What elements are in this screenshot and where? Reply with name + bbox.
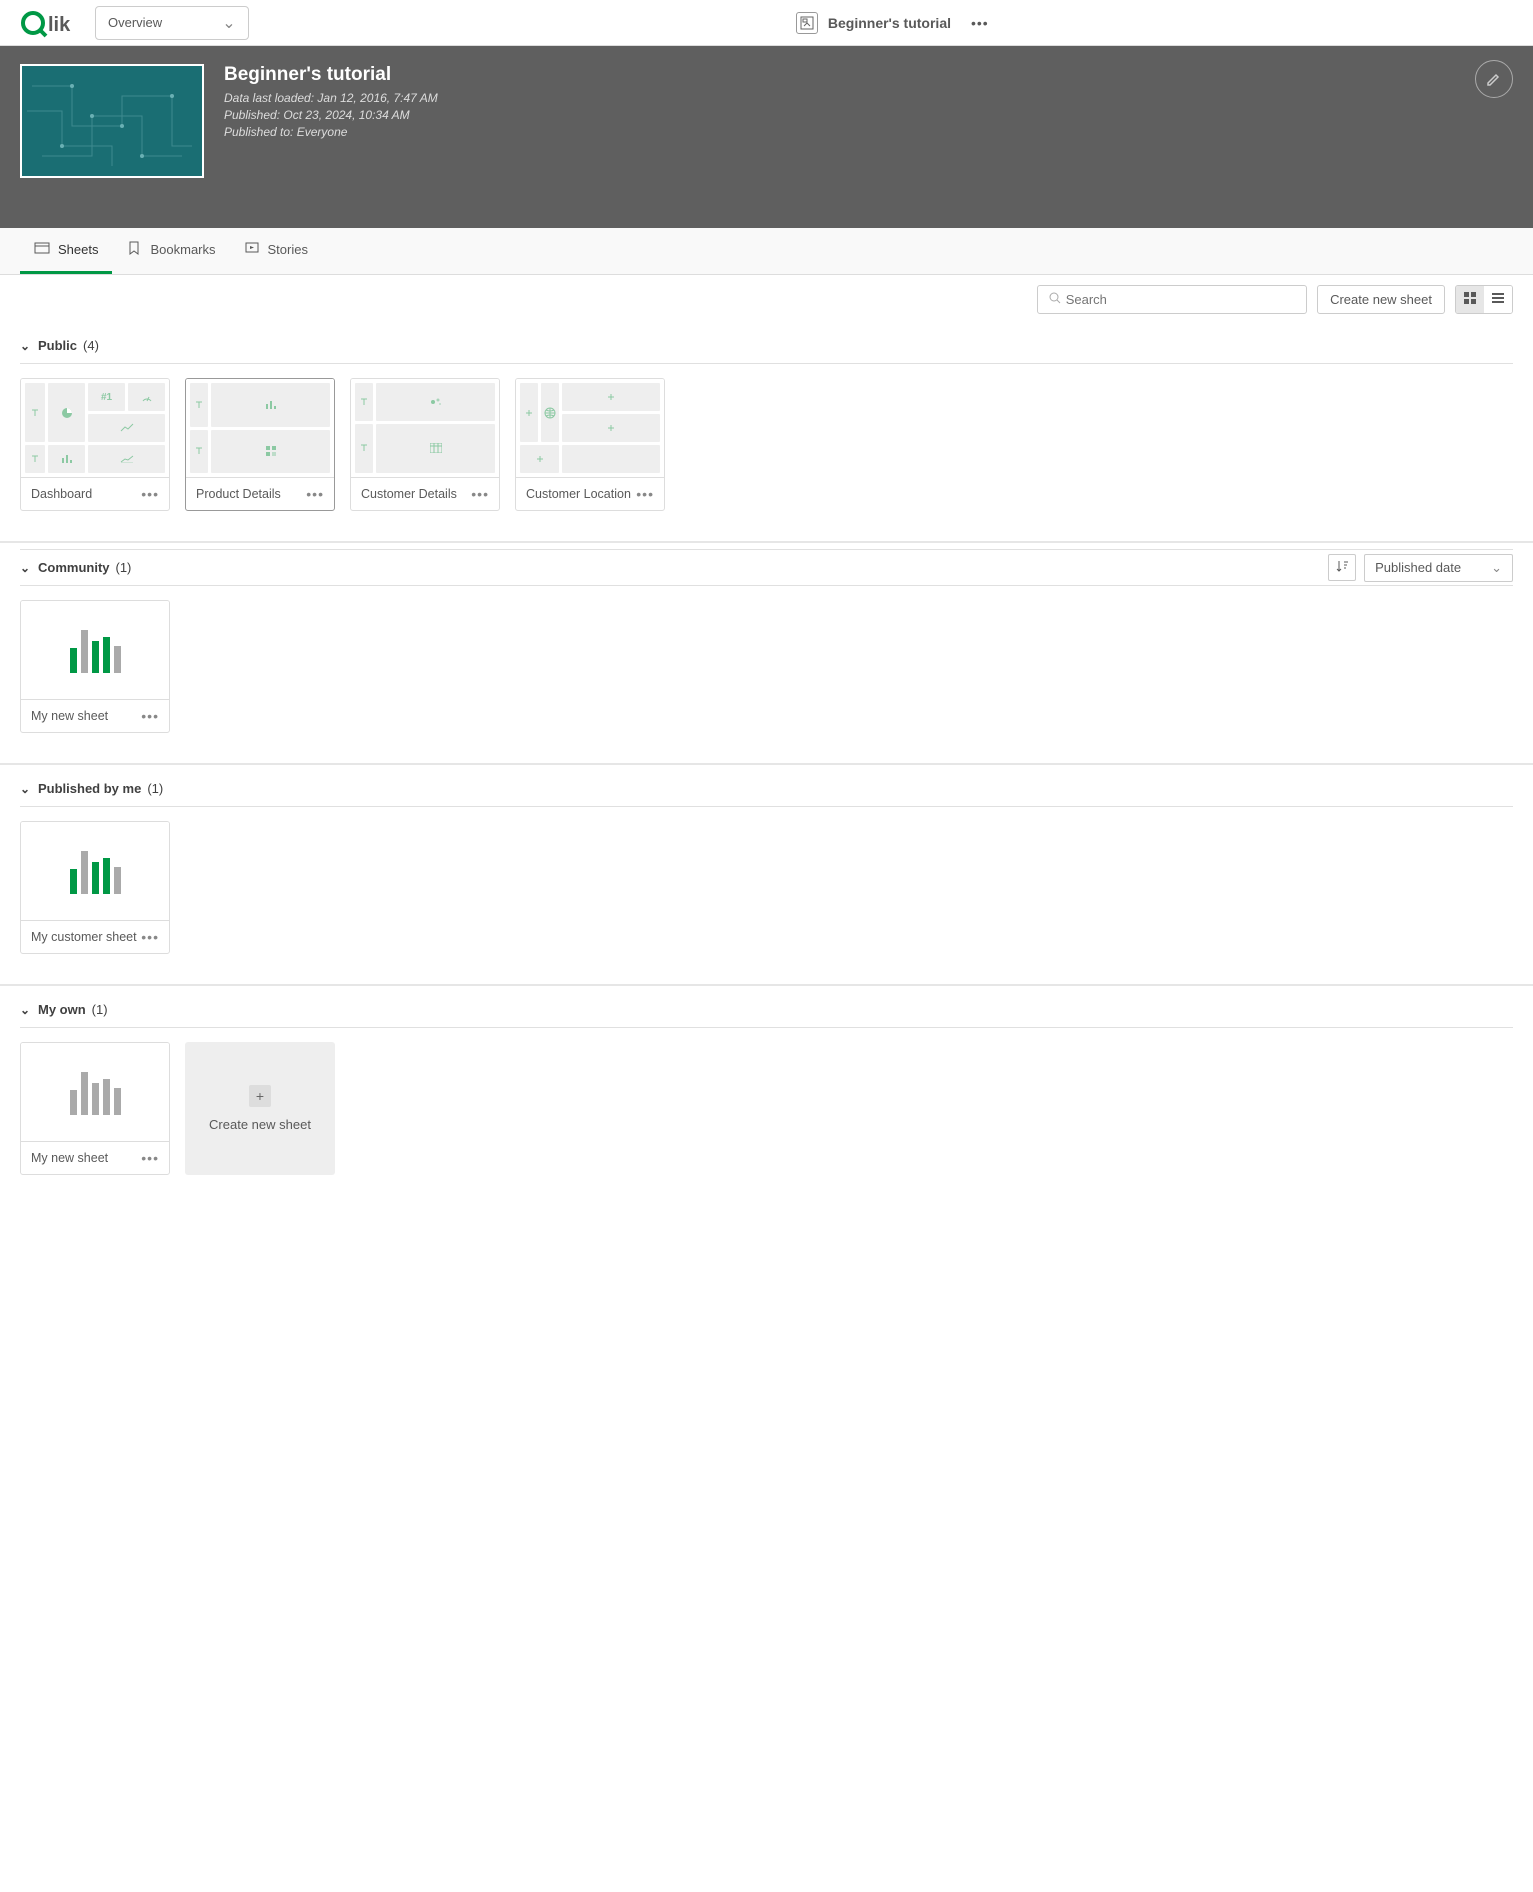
create-sheet-button[interactable]: Create new sheet (1317, 285, 1445, 314)
tab-sheets[interactable]: Sheets (20, 228, 112, 274)
sheet-card-published-1[interactable]: My customer sheet ••• (20, 821, 170, 954)
topbar: lik Overview Beginner's tutorial ••• (0, 0, 1533, 46)
section-community-count: (1) (116, 560, 132, 575)
section-my-own-header[interactable]: My own (1) (20, 992, 1513, 1027)
hero-title: Beginner's tutorial (224, 64, 438, 86)
section-community-header[interactable]: Community (1) (20, 550, 131, 585)
create-card-label: Create new sheet (209, 1117, 311, 1132)
sheet-card-my-own-1[interactable]: My new sheet ••• (20, 1042, 170, 1175)
edit-button[interactable] (1475, 60, 1513, 98)
search-box[interactable] (1037, 285, 1307, 314)
grid-view-button[interactable] (1456, 286, 1484, 313)
sheet-card-customer-location[interactable]: Customer Location ••• (515, 378, 665, 511)
card-label: My customer sheet (31, 930, 137, 944)
section-published-by-me-label: Published by me (38, 781, 141, 796)
card-more-icon[interactable]: ••• (141, 929, 159, 945)
card-label: Customer Location (526, 487, 631, 501)
sheets-icon (34, 240, 50, 259)
section-published-by-me: Published by me (1) My customer sheet ••• (0, 763, 1533, 974)
qlik-logo: lik (20, 8, 80, 38)
section-my-own: My own (1) My new sheet ••• + Create new … (0, 984, 1533, 1195)
plus-icon: + (249, 1085, 271, 1107)
view-toggle (1455, 285, 1513, 314)
view-dropdown[interactable]: Overview (95, 6, 249, 40)
app-icon (796, 12, 818, 34)
section-community-label: Community (38, 560, 110, 575)
sheet-card-customer-details[interactable]: Customer Details ••• (350, 378, 500, 511)
app-more-icon[interactable]: ••• (971, 15, 989, 31)
app-hero: Beginner's tutorial Data last loaded: Ja… (0, 46, 1533, 228)
tab-stories[interactable]: Stories (230, 228, 322, 274)
sort-direction-button[interactable] (1328, 554, 1356, 581)
sort-dropdown[interactable]: Published date (1364, 554, 1513, 582)
section-published-by-me-count: (1) (147, 781, 163, 796)
card-more-icon[interactable]: ••• (141, 486, 159, 502)
card-label: My new sheet (31, 1151, 108, 1165)
app-title: Beginner's tutorial (828, 15, 951, 31)
section-published-by-me-header[interactable]: Published by me (1) (20, 771, 1513, 806)
tab-bookmarks-label: Bookmarks (150, 242, 215, 257)
search-input[interactable] (1066, 292, 1296, 307)
bookmark-icon (126, 240, 142, 259)
card-label: My new sheet (31, 709, 108, 723)
app-title-box[interactable]: Beginner's tutorial (788, 8, 959, 38)
section-public-header[interactable]: Public (4) (20, 328, 1513, 363)
sheet-toolbar: Create new sheet (0, 275, 1533, 324)
hero-loaded: Data last loaded: Jan 12, 2016, 7:47 AM (224, 90, 438, 107)
list-view-button[interactable] (1484, 286, 1512, 313)
stories-icon (244, 240, 260, 259)
sheet-card-product-details[interactable]: Product Details ••• (185, 378, 335, 511)
view-dropdown-label: Overview (108, 15, 162, 30)
card-label: Dashboard (31, 487, 92, 501)
content-tabs: Sheets Bookmarks Stories (0, 228, 1533, 275)
hero-published: Published: Oct 23, 2024, 10:34 AM (224, 107, 438, 124)
card-more-icon[interactable]: ••• (141, 708, 159, 724)
card-more-icon[interactable]: ••• (306, 486, 324, 502)
section-public-count: (4) (83, 338, 99, 353)
search-icon (1048, 291, 1062, 308)
sheet-card-community-1[interactable]: My new sheet ••• (20, 600, 170, 733)
section-public: Public (4) #1 Dashboard••• (0, 324, 1533, 531)
tab-bookmarks[interactable]: Bookmarks (112, 228, 229, 274)
svg-text:lik: lik (48, 14, 71, 36)
card-more-icon[interactable]: ••• (141, 1150, 159, 1166)
sort-dropdown-label: Published date (1375, 560, 1461, 575)
create-sheet-card[interactable]: + Create new sheet (185, 1042, 335, 1175)
hero-published-to: Published to: Everyone (224, 124, 438, 141)
section-my-own-count: (1) (92, 1002, 108, 1017)
sheet-card-dashboard[interactable]: #1 Dashboard••• (20, 378, 170, 511)
tab-stories-label: Stories (268, 242, 308, 257)
section-community: Community (1) Published date My new shee… (0, 541, 1533, 753)
app-thumbnail (20, 64, 204, 178)
card-label: Customer Details (361, 487, 457, 501)
card-more-icon[interactable]: ••• (471, 486, 489, 502)
section-public-label: Public (38, 338, 77, 353)
card-more-icon[interactable]: ••• (636, 486, 654, 502)
card-label: Product Details (196, 487, 281, 501)
tab-sheets-label: Sheets (58, 242, 98, 257)
section-my-own-label: My own (38, 1002, 86, 1017)
